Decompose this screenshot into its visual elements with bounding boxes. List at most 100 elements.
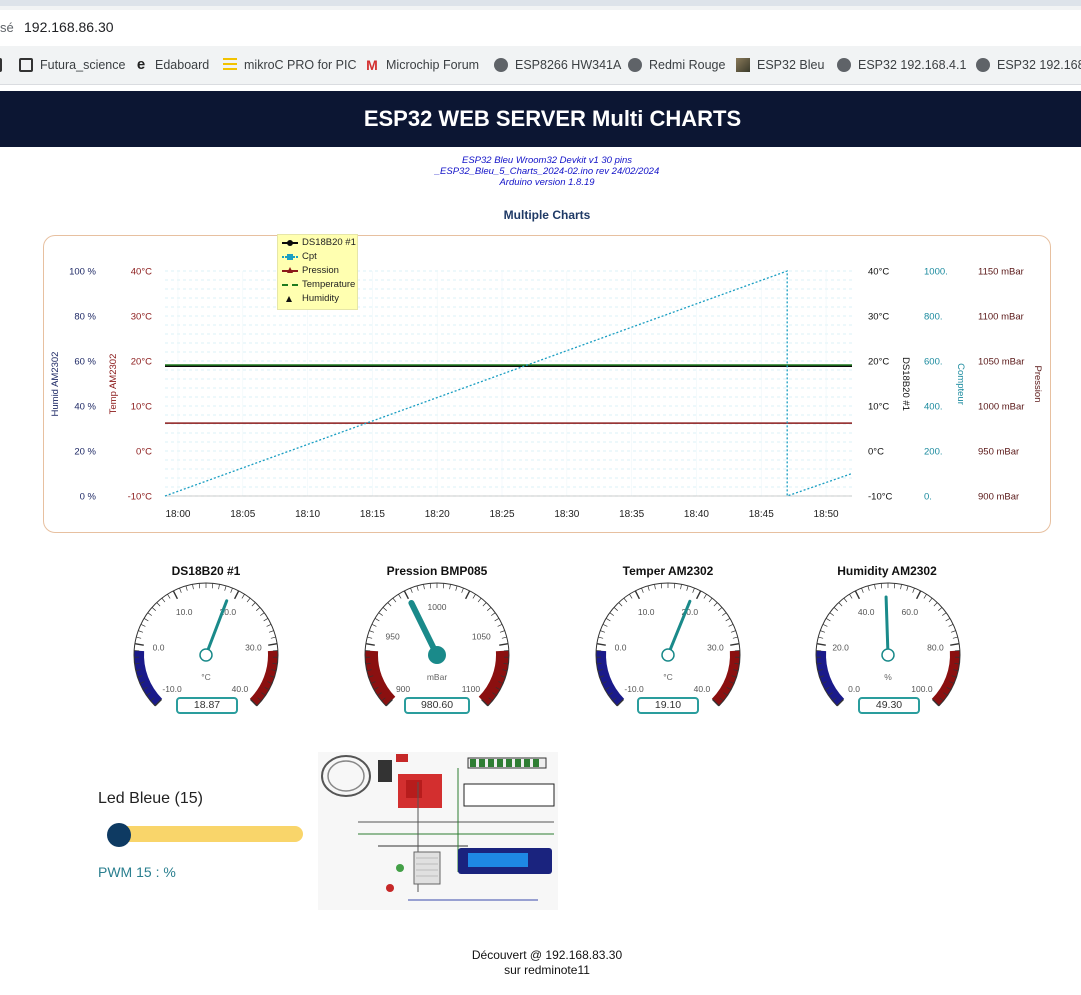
gauge-tick-label: -10.0 (624, 684, 644, 694)
gauge-tick (950, 630, 956, 633)
gauge-tick (218, 584, 220, 590)
gauge-tick (721, 612, 727, 616)
gauge-tick-label: 20.0 (832, 642, 849, 652)
gauge-tick (634, 590, 641, 600)
gauge-tick-label: 10.0 (638, 607, 655, 617)
gauge-tick (703, 594, 707, 599)
gauge-tick (268, 643, 278, 646)
pwm-label: PWM 15 : % (98, 864, 176, 880)
gauge-tick (416, 585, 419, 591)
gauge-unit: mBar (427, 672, 447, 682)
gauge-tick (713, 602, 718, 607)
gauge-tick (928, 597, 933, 603)
pwm-slider-track[interactable] (108, 826, 303, 842)
gauge-tick-label: 40.0 (694, 684, 711, 694)
gauge-tick (647, 585, 650, 591)
gauge-band-low (134, 650, 163, 706)
gauge-tick-label: 100.0 (911, 684, 933, 694)
gauge-value-humidity: 49.30 (858, 697, 920, 714)
gauge-tick (728, 624, 734, 627)
gauge-tick (695, 590, 702, 600)
gauge-tick (371, 624, 377, 627)
gauge-tick-label: -10.0 (162, 684, 182, 694)
gauge-tick (246, 597, 251, 603)
gauge-band-high (931, 650, 960, 706)
gauge-tick (915, 590, 922, 600)
gauge-tick (692, 587, 695, 593)
gauge-tick-label: 900 (396, 684, 410, 694)
led-label: Led Bleue (15) (98, 790, 203, 807)
gauge-tick (136, 636, 142, 639)
gauge-tick (461, 587, 464, 593)
gauge-tick (134, 643, 144, 646)
gauge-tick (268, 630, 274, 633)
gauge-tick (923, 594, 927, 599)
gauge-tick (708, 597, 713, 603)
gauge-tick (501, 636, 507, 639)
gauge-tick (266, 624, 272, 627)
gauge-tick (730, 630, 736, 633)
gauge-tick-label: 0.0 (848, 684, 860, 694)
gauge-tick (192, 584, 194, 590)
gauge-tick (490, 612, 496, 616)
gauge-tick (732, 636, 738, 639)
gauge-tick (392, 597, 397, 603)
wiring-schematic-image (318, 752, 558, 910)
gauge-tick (849, 594, 853, 599)
gauge-tick (938, 607, 943, 611)
gauge-tick (906, 585, 909, 591)
gauge-tick (167, 594, 171, 599)
gauge-tick (449, 584, 451, 590)
gauge-tick (487, 607, 492, 611)
gauge-tick (629, 594, 633, 599)
gauge-tick (378, 612, 384, 616)
gauge-tick (403, 590, 410, 600)
gauge-tick-label: 40.0 (232, 684, 249, 694)
gauge-tick (861, 587, 864, 593)
gauge-tick-label: 60.0 (902, 607, 919, 617)
gauge-tick (233, 590, 240, 600)
gauge-tick (600, 630, 606, 633)
gauge-tick (410, 587, 413, 593)
gauge-tick (867, 585, 870, 591)
gauge-tick (256, 607, 261, 611)
gauge-hub (661, 648, 675, 662)
gauge-tick (156, 602, 161, 607)
gauge-tick (605, 618, 611, 622)
gauge-tick (945, 618, 951, 622)
gauge-tick (613, 607, 618, 611)
gauge-tick (172, 590, 179, 600)
gauge-tick-label: 950 (386, 632, 400, 642)
gauge-needle (204, 599, 229, 657)
gauge-tick (230, 587, 233, 593)
gauge-tick-label: 1100 (462, 684, 481, 694)
gauge-tick (948, 624, 954, 627)
gauge-tick (263, 618, 269, 622)
gauge-tick (829, 612, 835, 616)
gauge-tick (477, 597, 482, 603)
gauge-tick (140, 624, 146, 627)
gauge-tick (179, 587, 182, 593)
gauge-band-low (816, 650, 845, 706)
gauge-tick (367, 636, 373, 639)
gauge-tick (825, 618, 831, 622)
gauge-tick (900, 584, 902, 590)
gauge-tick (602, 624, 608, 627)
gauge-needle (666, 599, 692, 657)
gauge-value-temper: 19.10 (637, 697, 699, 714)
gauge-tick (680, 584, 682, 590)
gauge-tick-label: 80.0 (927, 642, 944, 652)
gauge-tick (374, 618, 380, 622)
gauge-tick (259, 612, 265, 616)
gauge-tick (833, 607, 838, 611)
gauge-band-high (711, 650, 740, 706)
gauge-tick (838, 602, 843, 607)
pwm-slider-handle[interactable] (107, 823, 131, 847)
gauge-hub (881, 648, 895, 662)
gauge-tick (912, 587, 915, 593)
gauge-band-low (365, 650, 396, 706)
gauge-tick (820, 630, 826, 633)
gauge-tick-label: 1050 (472, 632, 491, 642)
gauge-tick (718, 607, 723, 611)
gauge-tick (365, 643, 375, 646)
